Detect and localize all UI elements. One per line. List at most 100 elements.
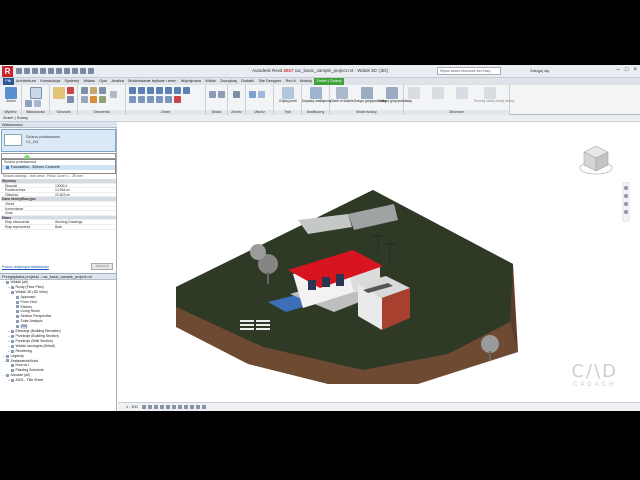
sign-in-link[interactable]: Zaloguj się <box>530 68 549 73</box>
property-value[interactable]: 20,823 m³ <box>53 193 116 197</box>
tab-modify-walls[interactable]: Zmień | Ściany <box>314 78 344 85</box>
property-value[interactable]: 14,964 m² <box>53 188 116 192</box>
reveal-hidden-icon[interactable] <box>196 405 200 409</box>
paste-icon[interactable] <box>53 87 65 99</box>
detail-level-icon[interactable] <box>142 405 146 409</box>
split-face-icon[interactable] <box>99 96 106 103</box>
crop-icon[interactable] <box>172 405 176 409</box>
property-value[interactable] <box>53 207 116 211</box>
analytical-model-icon[interactable] <box>202 405 206 409</box>
pan-icon[interactable] <box>624 202 628 206</box>
property-value[interactable]: Working Drawings <box>53 220 116 224</box>
type-selector[interactable]: Ściana podstawowa CL_W1 <box>1 129 116 152</box>
edit-profile-icon[interactable] <box>282 87 294 99</box>
move-icon[interactable] <box>129 96 136 103</box>
mirror-draw-icon[interactable] <box>156 87 163 94</box>
revit-logo-icon[interactable]: R <box>2 66 13 77</box>
type-properties-icon[interactable] <box>25 100 32 107</box>
tab-file[interactable]: Plik <box>3 78 14 85</box>
copy-element-icon[interactable] <box>138 96 145 103</box>
tab-manage[interactable]: Zarządzaj <box>218 78 239 85</box>
modify-cursor-icon[interactable] <box>5 87 17 99</box>
zoom-icon[interactable] <box>624 194 628 198</box>
family-icon[interactable] <box>34 100 41 107</box>
visual-style-icon[interactable] <box>148 405 152 409</box>
undo-icon[interactable] <box>32 68 38 74</box>
steering-wheel-icon[interactable] <box>624 186 628 190</box>
tab-modules[interactable]: Moduły <box>298 78 315 85</box>
tab-view[interactable]: Widok <box>203 78 218 85</box>
dropdown-item[interactable]: Foundation - 300mm Concrete <box>2 165 115 170</box>
analytical-icon[interactable] <box>310 87 322 99</box>
cut-geometry-icon[interactable] <box>90 87 97 94</box>
tab-systems[interactable]: Systemy <box>62 78 81 85</box>
search-input[interactable]: Wpisz słowo kluczowe lub frazę <box>437 67 501 75</box>
pin-icon[interactable] <box>183 87 190 94</box>
measure-icon[interactable] <box>56 68 62 74</box>
temp-hide-icon[interactable] <box>190 405 194 409</box>
text-icon[interactable] <box>72 68 78 74</box>
array-icon[interactable] <box>156 96 163 103</box>
apply-button[interactable]: Zastosuj <box>91 263 113 270</box>
tag-icon[interactable] <box>64 68 70 74</box>
render-icon[interactable] <box>166 405 170 409</box>
split-icon[interactable] <box>165 87 172 94</box>
mirror-axis-icon[interactable] <box>147 87 154 94</box>
minimize-icon[interactable]: – <box>617 67 620 73</box>
maximize-icon[interactable]: □ <box>625 67 629 73</box>
lock-view-icon[interactable] <box>184 405 188 409</box>
align-icon[interactable] <box>129 87 136 94</box>
properties-icon[interactable] <box>30 87 42 99</box>
3d-view-icon[interactable] <box>80 68 86 74</box>
trim-icon[interactable] <box>174 87 181 94</box>
3d-viewport[interactable]: C/\D CADACH <box>118 122 640 402</box>
property-value[interactable]: 13000,0 <box>53 184 116 188</box>
create-parts-icon[interactable] <box>258 91 265 98</box>
viewcube[interactable] <box>578 142 614 178</box>
measure-tool-icon[interactable] <box>233 91 240 98</box>
hide-icon[interactable] <box>209 91 216 98</box>
create-assembly-icon[interactable] <box>249 91 256 98</box>
section-icon[interactable] <box>88 68 94 74</box>
save-icon[interactable] <box>24 68 30 74</box>
tab-structure[interactable]: Konstrukcja <box>38 78 62 85</box>
model-view[interactable] <box>118 122 640 402</box>
viewcube-graphic[interactable] <box>578 142 614 178</box>
tab-collaborate[interactable]: Współpraca <box>179 78 203 85</box>
tab-rev-it[interactable]: Rev-it <box>283 78 297 85</box>
show-crop-icon[interactable] <box>178 405 182 409</box>
attach-icon[interactable] <box>361 87 373 99</box>
wall-opening-icon[interactable] <box>336 87 348 99</box>
tab-annotate[interactable]: Opis <box>97 78 109 85</box>
override-icon[interactable] <box>218 91 225 98</box>
property-value[interactable] <box>53 202 116 206</box>
property-value[interactable]: Brak <box>53 225 116 229</box>
offset-icon[interactable] <box>138 87 145 94</box>
close-icon[interactable]: × <box>633 67 637 73</box>
tab-addins[interactable]: Dodatki <box>239 78 256 85</box>
cope-icon[interactable] <box>81 87 88 94</box>
scale-icon[interactable] <box>165 96 172 103</box>
tab-architecture[interactable]: Architektura <box>14 78 39 85</box>
cut-icon[interactable] <box>67 87 74 94</box>
wall-joins-icon[interactable] <box>81 96 88 103</box>
tab-massing-site[interactable]: Modelowanie bryłowe i teren <box>126 78 179 85</box>
join-icon[interactable] <box>99 87 106 94</box>
browser-node[interactable]: + A001 - Title Sheet <box>0 378 116 383</box>
view-scale[interactable]: 1 : 100 <box>126 404 138 410</box>
tab-analyze[interactable]: Analiza <box>109 78 126 85</box>
paint-icon[interactable] <box>90 96 97 103</box>
open-icon[interactable] <box>16 68 22 74</box>
detach-icon[interactable] <box>386 87 398 99</box>
orbit-icon[interactable] <box>624 210 628 214</box>
copy-icon[interactable] <box>67 96 74 103</box>
properties-help-link[interactable]: Pomoc dotycząca właściwości <box>2 265 49 269</box>
demolish-icon[interactable] <box>110 91 117 98</box>
shadows-icon[interactable] <box>160 405 164 409</box>
tab-site-designer[interactable]: Site Designer <box>256 78 283 85</box>
redo-icon[interactable] <box>40 68 46 74</box>
rotate-icon[interactable] <box>147 96 154 103</box>
tab-insert[interactable]: Wstaw <box>81 78 97 85</box>
delete-icon[interactable] <box>174 96 181 103</box>
property-value[interactable] <box>53 211 116 215</box>
